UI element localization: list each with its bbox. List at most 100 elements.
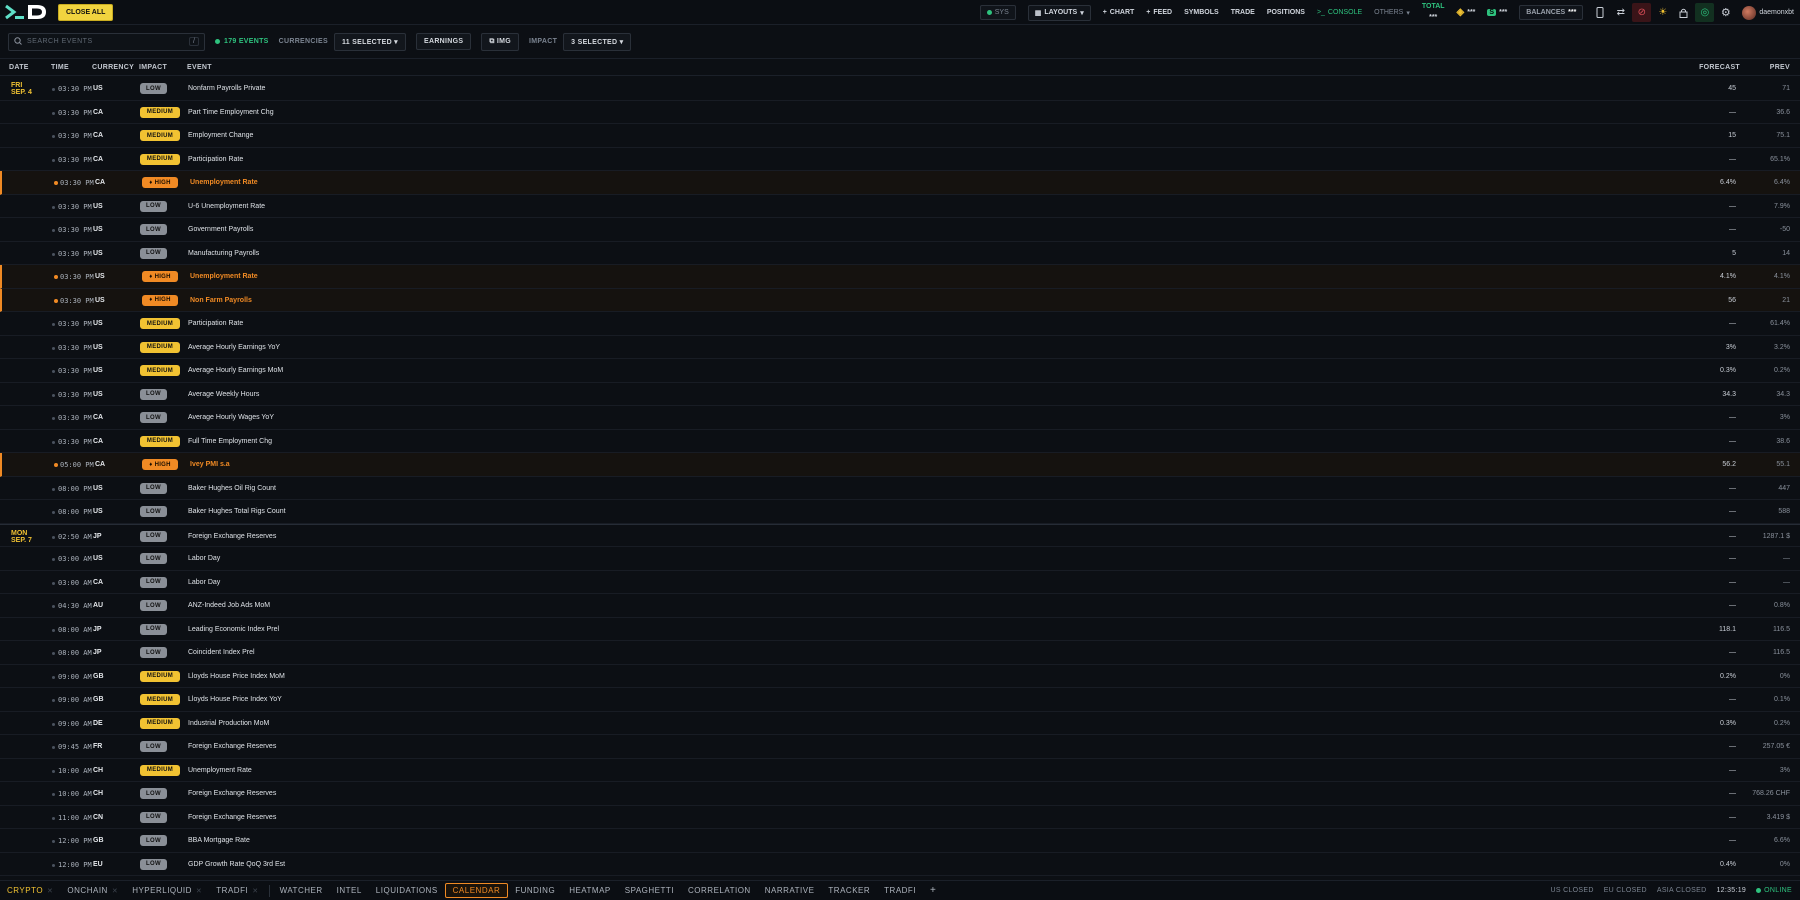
table-row[interactable]: 10:00 AM CH MEDIUM Unemployment Rate — 3% <box>0 759 1800 782</box>
tab-tradfi[interactable]: TRADFI <box>877 882 923 900</box>
row-time: 08:00 AM <box>58 649 92 657</box>
search-input[interactable] <box>27 38 190 45</box>
table-row[interactable]: 03:30 PM US LOW Manufacturing Payrolls 5 14 <box>0 242 1800 265</box>
trade-button[interactable]: TRADE <box>1231 9 1255 16</box>
table-row[interactable]: 09:00 AM DE MEDIUM Industrial Production Mo… <box>0 712 1800 735</box>
table-row[interactable]: 03:30 PM US LOW U-6 Unemployment Rate — 7.9% <box>0 195 1800 218</box>
table-row[interactable]: 10:00 AM CH LOW Foreign Exchange Reserves — 7… <box>0 782 1800 806</box>
table-row[interactable]: MON SEP. 7 02:50 AM JP LOW Foreign Exchange R… <box>0 523 1800 547</box>
impact-dropdown[interactable]: 3 SELECTED ▾ <box>563 32 632 51</box>
col-forecast[interactable]: FORECAST <box>1699 64 1740 71</box>
table-row[interactable]: 03:30 PM US MEDIUM Participation Rate — 61.4% <box>0 312 1800 336</box>
table-row[interactable]: 03:30 PM CA ♦ HIGH Unemployment Rate 6.4% 6.4% <box>0 171 1800 195</box>
row-event: Ivey PMI s.a <box>190 461 230 468</box>
table-row[interactable]: 08:00 AM JP LOW Coincident Index Prel — 116.5 <box>0 641 1800 665</box>
settings-icon[interactable]: ⚙ <box>1716 3 1735 22</box>
row-forecast: 118.1 <box>1719 625 1736 633</box>
earnings-button[interactable]: EARNINGS <box>416 33 472 50</box>
table-row[interactable]: 03:30 PM CA LOW Average Hourly Wages YoY — 3% <box>0 406 1800 430</box>
table-row[interactable]: 12:00 PM GB LOW BBA Mortgage Rate — 6.6% <box>0 829 1800 853</box>
table-row[interactable]: 11:00 AM CN LOW Foreign Exchange Reserves — 3… <box>0 806 1800 829</box>
feed-button[interactable]: + FEED <box>1146 9 1172 16</box>
app-logo[interactable] <box>0 0 52 25</box>
row-forecast: — <box>1729 532 1736 540</box>
tab-hyperliquid[interactable]: HYPERLIQUID ✕ <box>125 882 209 900</box>
close-icon[interactable]: ✕ <box>252 887 258 895</box>
tab-crypto[interactable]: CRYPTO ✕ <box>0 882 60 900</box>
search-box[interactable]: / <box>8 32 205 51</box>
table-row[interactable]: 03:30 PM US ♦ HIGH Unemployment Rate 4.1% 4.1% <box>0 265 1800 289</box>
table-row[interactable]: 03:30 PM US MEDIUM Average Hourly Earnings … <box>0 336 1800 359</box>
table-row[interactable]: 09:00 AM GB MEDIUM Lloyds House Price Index… <box>0 688 1800 712</box>
table-row[interactable]: 03:30 PM CA MEDIUM Part Time Employment Chg… <box>0 101 1800 124</box>
tab-narrative[interactable]: NARRATIVE <box>758 882 822 900</box>
table-row[interactable]: 08:00 PM US LOW Baker Hughes Total Rigs Cou… <box>0 500 1800 524</box>
table-row[interactable]: 04:30 AM AU LOW ANZ-Indeed Job Ads MoM — 0.8% <box>0 594 1800 618</box>
img-button[interactable]: ⧉ IMG <box>481 32 520 51</box>
table-row[interactable]: 03:00 AM CA LOW Labor Day — — <box>0 571 1800 594</box>
col-event[interactable]: EVENT <box>187 64 212 71</box>
others-label: OTHERS <box>1374 9 1404 16</box>
sun-icon[interactable]: ☀ <box>1653 3 1672 22</box>
console-button[interactable]: >_ CONSOLE <box>1317 9 1362 16</box>
close-all-button[interactable]: CLOSE ALL <box>58 3 114 21</box>
mobile-icon[interactable] <box>1590 3 1609 22</box>
close-icon[interactable]: ✕ <box>112 887 118 895</box>
plus-icon: + <box>1146 9 1151 16</box>
tab-correlation[interactable]: CORRELATION <box>681 882 758 900</box>
exchange2-balance[interactable]: S *** <box>1487 9 1507 16</box>
tab-label: CORRELATION <box>688 886 751 895</box>
tab-intel[interactable]: INTEL <box>330 882 369 900</box>
binance-balance[interactable]: ◈ *** <box>1457 7 1476 18</box>
table-row[interactable]: 03:00 AM US LOW Labor Day — — <box>0 547 1800 571</box>
table-row[interactable]: 05:00 PM CA ♦ HIGH Ivey PMI s.a 56.2 55.1 <box>0 453 1800 477</box>
mute-icon[interactable]: ⊘ <box>1632 3 1652 22</box>
lock-icon[interactable] <box>1674 3 1693 22</box>
row-currency: US <box>93 85 103 92</box>
table-row[interactable]: 09:00 AM GB MEDIUM Lloyds House Price Index… <box>0 665 1800 688</box>
tab-label: WATCHER <box>279 886 323 895</box>
col-time[interactable]: TIME <box>51 64 69 71</box>
table-row[interactable]: 08:00 AM JP LOW Leading Economic Index Prel… <box>0 618 1800 641</box>
tab-funding[interactable]: FUNDING <box>508 882 562 900</box>
others-button[interactable]: OTHERS ▾ <box>1374 9 1410 17</box>
table-row[interactable]: 03:30 PM US ♦ HIGH Non Farm Payrolls 56 21 <box>0 288 1800 312</box>
row-currency: GB <box>93 672 104 680</box>
sys-status[interactable]: SYS <box>979 5 1016 20</box>
close-icon[interactable]: ✕ <box>196 887 202 895</box>
layouts-button[interactable]: ▦ LAYOUTS ▾ <box>1027 4 1091 21</box>
tab-watcher[interactable]: WATCHER <box>273 882 330 900</box>
table-row[interactable]: 03:30 PM CA MEDIUM Employment Change 15 75.1 <box>0 124 1800 148</box>
currencies-dropdown[interactable]: 11 SELECTED ▾ <box>333 32 406 51</box>
tab-liquidations[interactable]: LIQUIDATIONS <box>369 882 445 900</box>
balances-button[interactable]: BALANCES *** <box>1519 5 1584 20</box>
table-row[interactable]: FRI SEP. 4 03:30 PM US LOW Nonfarm Payrolls P… <box>0 77 1800 101</box>
col-impact[interactable]: IMPACT <box>139 64 167 71</box>
positions-button[interactable]: POSITIONS <box>1267 9 1305 16</box>
chart-button[interactable]: + CHART <box>1103 9 1135 16</box>
tab-calendar[interactable]: CALENDAR <box>444 883 509 898</box>
user-menu[interactable]: daemonxbt <box>1742 5 1794 20</box>
symbols-button[interactable]: SYMBOLS <box>1184 9 1219 16</box>
table-row[interactable]: 09:45 AM FR LOW Foreign Exchange Reserves — 2… <box>0 735 1800 759</box>
table-row[interactable]: 03:30 PM CA MEDIUM Participation Rate — 65.1% <box>0 148 1800 171</box>
tab-onchain[interactable]: ONCHAIN ✕ <box>60 882 125 900</box>
tab-tradfi[interactable]: TRADFI ✕ <box>209 882 265 900</box>
tab-heatmap[interactable]: HEATMAP <box>562 882 618 900</box>
tab-tracker[interactable]: TRACKER <box>821 882 877 900</box>
col-prev[interactable]: PREV <box>1770 64 1790 71</box>
table-row[interactable]: 03:30 PM US MEDIUM Average Hourly Earnings … <box>0 359 1800 383</box>
table-row[interactable]: 03:30 PM US LOW Average Weekly Hours 34.3 34.… <box>0 383 1800 406</box>
col-date[interactable]: DATE <box>9 64 29 71</box>
col-currency[interactable]: CURRENCY <box>92 64 134 71</box>
table-row[interactable]: 12:00 PM EU LOW GDP Growth Rate QoQ 3rd Est… <box>0 853 1800 876</box>
eye-off-icon[interactable]: ◎ <box>1695 3 1715 22</box>
swap-icon[interactable]: ⇄ <box>1611 3 1630 22</box>
table-row[interactable]: 03:30 PM US LOW Government Payrolls — -50 <box>0 218 1800 242</box>
table-row[interactable]: 08:00 PM US LOW Baker Hughes Oil Rig Count —… <box>0 477 1800 500</box>
table-row[interactable]: 03:30 PM CA MEDIUM Full Time Employment Chg… <box>0 430 1800 453</box>
add-tab-button[interactable]: + <box>923 882 943 900</box>
close-icon[interactable]: ✕ <box>47 887 53 895</box>
tab-spaghetti[interactable]: SPAGHETTI <box>618 882 681 900</box>
row-event: Unemployment Rate <box>190 273 258 280</box>
